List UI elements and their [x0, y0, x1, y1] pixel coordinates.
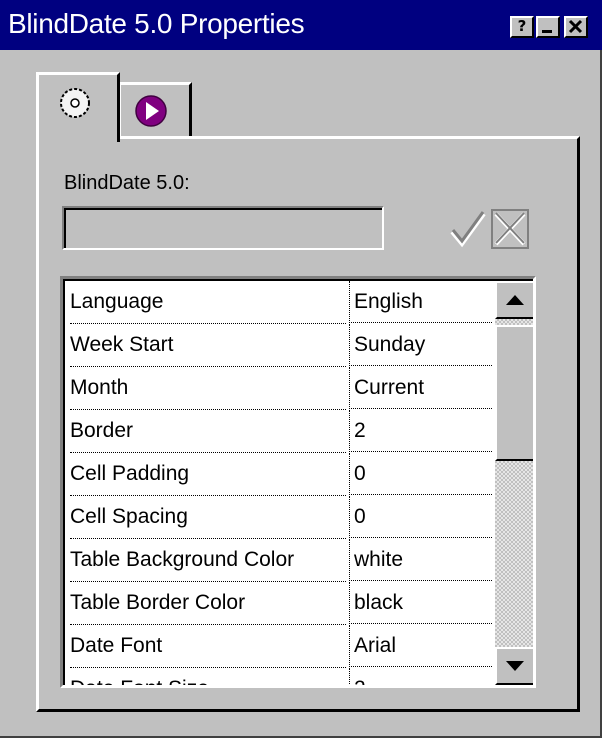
minimize-button[interactable]	[536, 16, 560, 38]
minimize-icon	[542, 30, 552, 33]
tab-panel	[36, 136, 580, 712]
tab-general[interactable]	[36, 72, 120, 142]
purple-play-icon	[135, 95, 167, 127]
tab-play[interactable]	[118, 82, 192, 138]
close-button[interactable]	[564, 16, 588, 38]
window-title: BlindDate 5.0 Properties	[8, 8, 305, 39]
cd-disc-icon	[60, 88, 90, 118]
title-bar[interactable]: BlindDate 5.0 Properties ?	[0, 0, 602, 50]
help-button[interactable]: ?	[510, 16, 534, 38]
properties-window: BlindDate 5.0 Properties ? BlindDate 5.0…	[0, 0, 602, 738]
close-icon	[568, 19, 583, 34]
